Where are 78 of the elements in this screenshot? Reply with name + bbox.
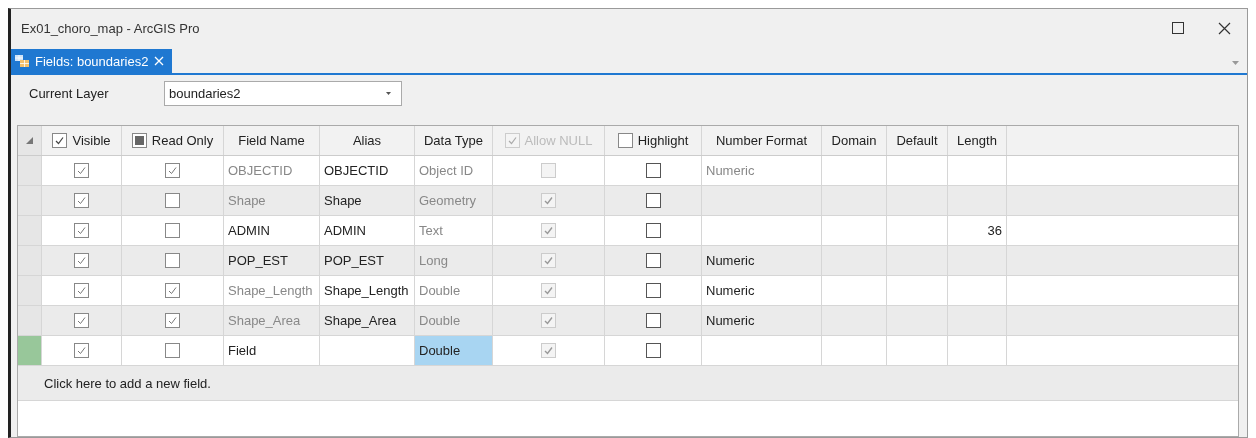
alias-cell: Shape_Length	[324, 283, 409, 298]
column-header[interactable]: Data Type	[415, 126, 493, 155]
table-icon	[15, 55, 29, 67]
field-name-cell: Field	[228, 343, 257, 358]
highlight-checkbox[interactable]	[645, 283, 661, 298]
checkmark-icon	[76, 285, 87, 296]
checkmark-icon	[76, 195, 87, 206]
read-only-checkbox[interactable]	[165, 193, 180, 208]
checkmark-icon	[167, 315, 178, 326]
highlight-checkbox[interactable]	[645, 313, 661, 328]
data-type-cell[interactable]: Text	[419, 223, 443, 238]
highlight-checkbox[interactable]	[645, 193, 661, 208]
number-format-cell: Numeric	[706, 163, 755, 178]
close-icon	[1217, 21, 1231, 35]
read-only-checkbox[interactable]	[165, 253, 180, 268]
visible-checkbox[interactable]	[74, 313, 89, 328]
data-type-cell[interactable]: Object ID	[419, 163, 474, 178]
field-name-cell: Shape	[228, 193, 266, 208]
column-header[interactable]: Highlight	[605, 126, 702, 155]
read-only-checkbox[interactable]	[165, 313, 180, 328]
column-header[interactable]: Number Format	[702, 126, 822, 155]
field-name-cell: POP_EST	[228, 253, 288, 268]
checkmark-icon	[506, 135, 518, 146]
visible-checkbox[interactable]	[74, 253, 89, 268]
field-name-cell: Shape_Length	[228, 283, 313, 298]
read-only-checkbox[interactable]	[165, 163, 180, 178]
number-format-cell: Numeric	[706, 283, 755, 298]
highlight-checkbox[interactable]	[645, 223, 661, 238]
checkmark-icon	[167, 165, 178, 176]
number-format-cell: Numeric	[706, 313, 755, 328]
maximize-icon	[1172, 22, 1184, 34]
alias-cell: POP_EST	[324, 253, 384, 268]
highlight-checkbox[interactable]	[645, 163, 661, 178]
field-name-cell: OBJECTID	[228, 163, 293, 178]
checkmark-icon	[76, 345, 87, 356]
highlight-checkbox[interactable]	[645, 253, 661, 268]
column-header[interactable]: Read Only	[122, 126, 224, 155]
field-name-cell: Shape_Area	[228, 313, 301, 328]
checkmark-icon	[76, 255, 87, 266]
number-format-cell: Numeric	[706, 253, 755, 268]
alias-cell: Shape	[324, 193, 362, 208]
visible-checkbox[interactable]	[74, 283, 89, 298]
checkmark-icon	[167, 285, 178, 296]
current-layer-label: Current Layer	[28, 85, 110, 101]
checkmark-icon	[76, 225, 87, 236]
window-title: Ex01_choro_map - ArcGIS Pro	[21, 20, 200, 36]
column-header[interactable]: Field Name	[224, 126, 320, 155]
column-header[interactable]: Domain	[822, 126, 887, 155]
header-checkbox[interactable]	[52, 133, 68, 148]
close-icon[interactable]	[154, 56, 165, 66]
read-only-checkbox[interactable]	[165, 223, 180, 238]
checkmark-icon	[76, 315, 87, 326]
data-type-cell[interactable]: Double	[419, 283, 461, 298]
dropdown-caret-icon[interactable]	[1232, 61, 1239, 65]
column-header[interactable]: Length	[948, 126, 1007, 155]
column-header[interactable]: Default	[887, 126, 948, 155]
fields-tab[interactable]: Fields: boundaries2	[11, 49, 173, 73]
read-only-checkbox[interactable]	[165, 343, 180, 358]
layer-dropdown[interactable]: boundaries2	[164, 80, 402, 106]
alias-cell: Shape_Area	[324, 313, 397, 328]
checkmark-icon	[54, 135, 66, 146]
header-checkbox[interactable]	[617, 133, 633, 148]
visible-checkbox[interactable]	[74, 163, 89, 178]
caret-icon	[386, 91, 391, 95]
field-name-cell: ADMIN	[228, 223, 270, 238]
read-only-checkbox[interactable]	[165, 283, 180, 298]
sort-corner-icon	[26, 137, 33, 144]
length-cell: 36	[987, 223, 1002, 238]
highlight-checkbox[interactable]	[645, 343, 661, 358]
checkmark-icon	[76, 165, 87, 176]
alias-cell: ADMIN	[324, 223, 366, 238]
alias-cell: OBJECTID	[324, 163, 389, 178]
column-header[interactable]: Alias	[320, 126, 415, 155]
visible-checkbox[interactable]	[74, 193, 89, 208]
visible-checkbox[interactable]	[74, 223, 89, 238]
add-field-link[interactable]: Click here to add a new field.	[44, 375, 211, 391]
column-header[interactable]: Visible	[42, 126, 122, 155]
visible-checkbox[interactable]	[74, 343, 89, 358]
